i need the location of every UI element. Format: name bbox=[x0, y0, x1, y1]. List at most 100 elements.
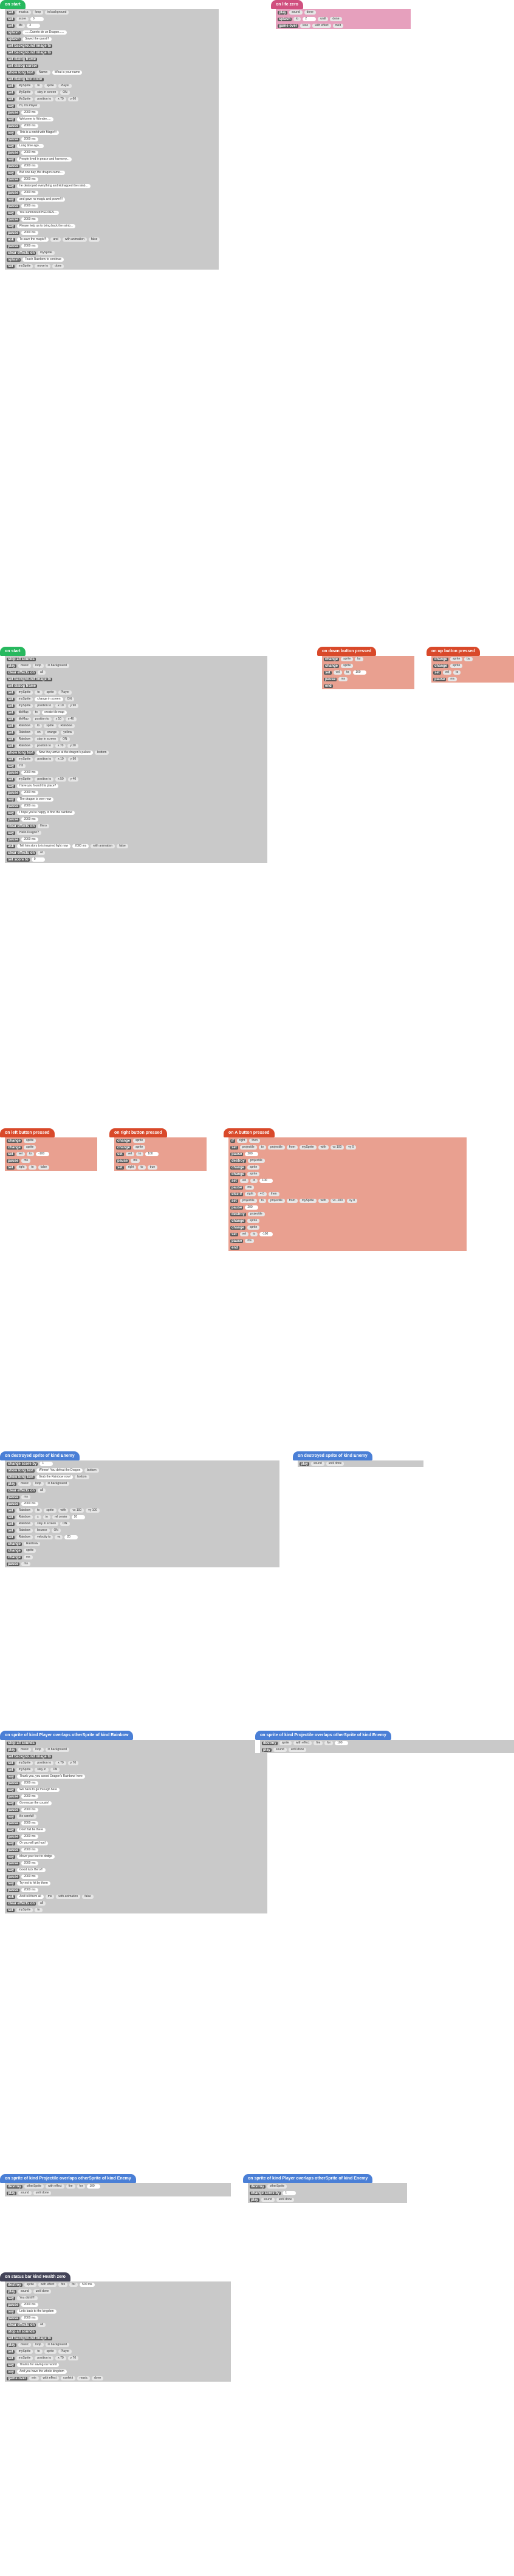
code-block[interactable]: set Rainbow velocity to vx 20 bbox=[5, 1534, 279, 1541]
code-block[interactable]: say People lived in peace and harmony... bbox=[5, 156, 219, 163]
dropdown-field[interactable]: loop bbox=[32, 10, 43, 15]
text-input[interactable]: Good luck Hero!!! bbox=[17, 1868, 46, 1872]
dropdown-field[interactable]: from bbox=[286, 1199, 298, 1203]
code-block[interactable]: pause 2000 ms bbox=[5, 1780, 267, 1787]
code-block[interactable]: set vel to 100 bbox=[228, 1177, 467, 1184]
dropdown-field[interactable]: sprite bbox=[247, 1219, 260, 1223]
dropdown-field[interactable]: position to bbox=[35, 704, 54, 708]
dropdown-field[interactable]: x 10 bbox=[53, 717, 64, 721]
dropdown-field[interactable]: vy 0 bbox=[346, 1145, 357, 1150]
event-hat-block[interactable]: on up button pressed bbox=[427, 647, 480, 656]
dropdown-field[interactable]: sprite bbox=[24, 2283, 36, 2287]
code-block[interactable]: change ms bbox=[5, 1554, 279, 1561]
dropdown-field[interactable]: ms bbox=[448, 677, 457, 681]
code-block[interactable]: pause ms bbox=[114, 1157, 207, 1164]
dropdown-field[interactable]: ms bbox=[131, 1159, 140, 1163]
number-input[interactable]: 2 bbox=[303, 17, 317, 21]
dropdown-field[interactable]: vx bbox=[55, 1535, 63, 1539]
dropdown-field[interactable]: x 70 bbox=[55, 1761, 66, 1765]
code-block[interactable]: change sprite bbox=[5, 1547, 279, 1554]
code-block[interactable]: change sprite bbox=[5, 1144, 97, 1151]
text-input[interactable]: We have to go through here bbox=[17, 1788, 60, 1792]
dropdown-field[interactable]: x bbox=[35, 1515, 41, 1519]
number-input[interactable]: 2000 ms bbox=[21, 837, 38, 842]
dropdown-field[interactable]: bottom bbox=[84, 1468, 99, 1473]
code-block[interactable]: pause 2000 ms bbox=[5, 163, 219, 169]
dropdown-field[interactable]: to bbox=[35, 724, 43, 728]
dropdown-field[interactable]: with effect bbox=[312, 24, 331, 28]
dropdown-field[interactable]: sprite bbox=[24, 1549, 36, 1553]
dropdown-field[interactable]: ON bbox=[51, 1528, 61, 1533]
code-block[interactable]: end bbox=[322, 683, 414, 689]
code-block[interactable]: clear effects on all bbox=[5, 2322, 231, 2328]
dropdown-field[interactable]: mySprite bbox=[16, 777, 33, 782]
code-block[interactable]: show long text Grab the Rainbow now! botto… bbox=[5, 1474, 279, 1481]
code-block[interactable]: set background image to bbox=[5, 2335, 231, 2342]
code-block[interactable]: change sprite bbox=[322, 663, 414, 669]
dropdown-field[interactable]: stay in screen bbox=[35, 90, 59, 95]
code-block[interactable]: say Move your feet to dodge bbox=[5, 1853, 267, 1860]
block-stack-start2[interactable]: on start stop all sounds play music loop in b… bbox=[0, 647, 267, 868]
dropdown-field[interactable]: position to bbox=[35, 777, 54, 782]
code-block[interactable]: say But one day, the dragon came... bbox=[5, 169, 219, 176]
dropdown-field[interactable]: x 70 bbox=[55, 744, 66, 748]
number-input[interactable]: 20 bbox=[64, 1535, 78, 1539]
code-block[interactable]: pause 2000 ms bbox=[5, 1833, 267, 1840]
dropdown-field[interactable]: sound bbox=[261, 2198, 275, 2202]
dropdown-field[interactable]: right bbox=[16, 1165, 27, 1170]
code-block[interactable]: set mySprite stay in ON bbox=[5, 1767, 267, 1773]
dropdown-field[interactable]: sprite bbox=[44, 724, 57, 728]
dropdown-field[interactable]: vel bbox=[125, 1152, 135, 1156]
dropdown-field[interactable]: confetti bbox=[60, 2376, 76, 2380]
dropdown-field[interactable]: Rainbow bbox=[16, 1535, 33, 1539]
dropdown-field[interactable]: mySprite bbox=[16, 264, 33, 268]
code-block[interactable]: set mySprite position to x 10 y 90 bbox=[5, 703, 267, 709]
dropdown-field[interactable]: Rainbow bbox=[58, 724, 75, 728]
number-input[interactable]: 2000 ms bbox=[21, 791, 38, 795]
code-block[interactable]: pause 200 bbox=[228, 1151, 467, 1157]
dropdown-field[interactable]: to bbox=[136, 1152, 144, 1156]
number-input[interactable]: 2000 ms bbox=[21, 817, 38, 822]
event-hat-block[interactable]: on left button pressed bbox=[0, 1128, 55, 1137]
block-stack-destroyed2[interactable]: on destroyed sprite of kind Enemy play sou… bbox=[293, 1451, 423, 1473]
text-input[interactable]: Move your feet to dodge bbox=[17, 1855, 55, 1859]
dropdown-field[interactable]: y 60 bbox=[67, 97, 79, 101]
event-hat-block[interactable]: on sprite of kind Player overlaps otherS… bbox=[243, 2174, 373, 2183]
dropdown-field[interactable]: orange bbox=[44, 731, 60, 735]
code-block[interactable]: set mySprite change in screen ON bbox=[5, 696, 267, 703]
text-input[interactable]: I hope you're happy to find the rainbow! bbox=[17, 811, 75, 815]
dropdown-field[interactable]: for bbox=[77, 2184, 86, 2189]
code-block[interactable]: clear effects on mySprite bbox=[5, 250, 219, 256]
text-input[interactable]: Grab the Rainbow now! bbox=[36, 1475, 74, 1479]
dropdown-field[interactable]: projectile bbox=[267, 1145, 285, 1150]
dropdown-field[interactable]: Player bbox=[58, 84, 72, 88]
code-block[interactable]: play music loop in background bbox=[5, 1481, 279, 1487]
number-input[interactable]: 2000 ms bbox=[21, 1808, 38, 1812]
number-input[interactable]: 2000 ms bbox=[21, 1781, 38, 1785]
dropdown-field[interactable]: on bbox=[35, 731, 43, 735]
dropdown-field[interactable]: to bbox=[258, 1145, 266, 1150]
number-input[interactable]: 2000 ms bbox=[21, 1502, 38, 1506]
dropdown-field[interactable]: then bbox=[268, 1192, 279, 1196]
dropdown-field[interactable]: loop bbox=[33, 1482, 44, 1486]
code-block[interactable]: set mySprite to sprite Player bbox=[5, 689, 267, 696]
code-block[interactable]: pause 2000 ms bbox=[5, 789, 267, 796]
text-input[interactable]: Now they arrive at the dragon's palace bbox=[36, 751, 94, 755]
text-input[interactable]: What is your name bbox=[52, 70, 83, 75]
dropdown-field[interactable]: all bbox=[38, 1901, 46, 1906]
dropdown-field[interactable]: Rainbow bbox=[16, 737, 33, 741]
dropdown-field[interactable]: y 90 bbox=[67, 757, 79, 762]
dropdown-field[interactable]: with effect bbox=[46, 2184, 64, 2189]
code-block[interactable]: set vel to -100 bbox=[228, 1231, 467, 1238]
dropdown-field[interactable]: sprite bbox=[247, 1225, 260, 1230]
code-block[interactable]: set vel to bbox=[431, 669, 514, 676]
number-input[interactable]: 100 bbox=[353, 670, 367, 675]
code-block[interactable]: pause 2000 ms bbox=[5, 2302, 231, 2308]
dropdown-field[interactable]: true bbox=[147, 1165, 158, 1170]
dropdown-field[interactable]: ON bbox=[64, 697, 74, 701]
dropdown-field[interactable]: sound bbox=[18, 2289, 32, 2294]
dropdown-field[interactable]: y 70 bbox=[67, 2356, 79, 2360]
number-input[interactable]: 2000 ms bbox=[21, 191, 38, 195]
number-input[interactable]: 0 bbox=[31, 857, 45, 862]
code-block[interactable]: else if right = 0 then bbox=[228, 1191, 467, 1198]
